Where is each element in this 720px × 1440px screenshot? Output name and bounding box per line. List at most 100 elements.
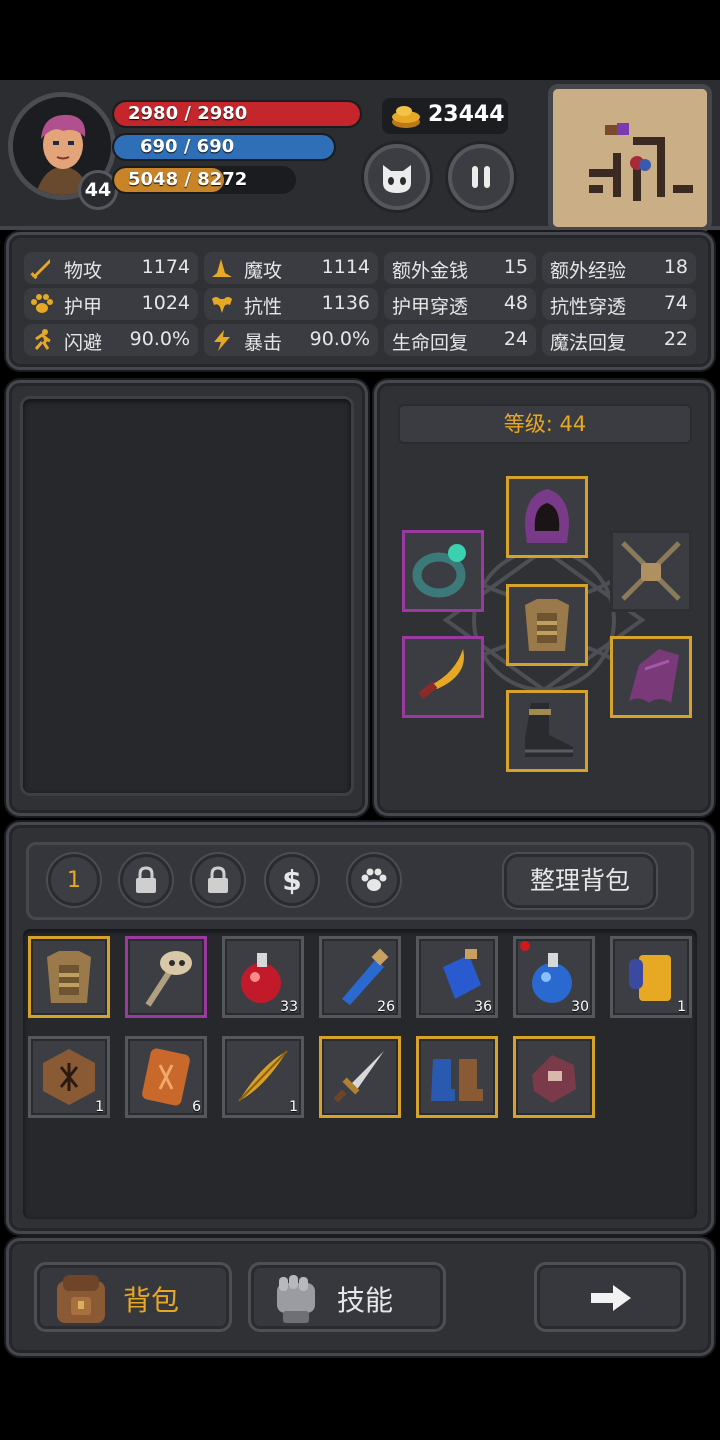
stat-label: 护甲	[64, 296, 103, 318]
stat-label: 抗性穿透	[550, 296, 627, 318]
equipment-slot-boots[interactable]	[506, 690, 588, 772]
skills-button[interactable]: 技能	[248, 1262, 446, 1332]
inventory-item-blue-potion[interactable]: 30	[513, 936, 595, 1018]
stat-5: 护甲 1024	[24, 288, 198, 320]
stat-12: 魔法回复 22	[542, 324, 696, 356]
inventory-item-skull-staff[interactable]	[125, 936, 207, 1018]
minimap[interactable]	[548, 84, 712, 232]
pause-icon	[472, 166, 490, 188]
inventory-item-blue-vial[interactable]: 26	[319, 936, 401, 1018]
item-count: 1	[289, 1099, 298, 1115]
equipment-level-label: 等级: 44	[398, 404, 692, 444]
fist-icon	[277, 1275, 315, 1323]
gold-amount: 23444	[428, 102, 505, 127]
stat-label: 魔攻	[244, 260, 283, 282]
paw-icon	[31, 294, 53, 313]
stat-value: 22	[663, 328, 688, 350]
stat-9: 闪避 90.0%	[24, 324, 198, 356]
game-screen: 44 2980 / 2980 690 / 690 5048 / 8272 234…	[0, 0, 720, 1440]
rune-tablet-icon	[142, 1048, 190, 1106]
paw-icon	[361, 868, 387, 891]
skull-staff-icon	[145, 951, 192, 1007]
equipment-slot-ring[interactable]	[402, 530, 484, 612]
inventory-item-gauntlet[interactable]	[513, 1036, 595, 1118]
stat-6: 抗性 1136	[204, 288, 378, 320]
pet-button[interactable]	[364, 144, 430, 210]
item-count: 6	[192, 1099, 201, 1115]
stat-11: 生命回复 24	[384, 324, 536, 356]
pet-items-tab[interactable]	[348, 854, 400, 906]
blue-boots-icon	[431, 1059, 483, 1101]
sword-icon	[30, 259, 50, 279]
stat-label: 护甲穿透	[392, 296, 469, 318]
stat-value: 1024	[141, 292, 190, 314]
arrow-right-icon	[591, 1285, 631, 1311]
boots-icon	[525, 703, 573, 757]
hood-icon	[525, 489, 569, 543]
inventory-item-dagger[interactable]	[319, 1036, 401, 1118]
stat-label: 闪避	[64, 332, 103, 354]
stat-2: 魔攻 1114	[204, 252, 378, 284]
locked-page-tab[interactable]	[120, 854, 172, 906]
lock-icon	[208, 866, 228, 893]
locked-page-tab[interactable]	[192, 854, 244, 906]
stat-value: 1136	[321, 292, 370, 314]
stat-label: 额外金钱	[392, 260, 469, 282]
stat-value: 1174	[141, 256, 190, 278]
sell-tab[interactable]: $	[266, 854, 318, 906]
cloak-icon	[629, 649, 679, 703]
mp-text: 690 / 690	[140, 136, 235, 157]
next-button[interactable]	[534, 1262, 686, 1332]
dagger-icon	[333, 1051, 384, 1103]
inventory-item-rune-tablet[interactable]: 6	[125, 1036, 207, 1118]
stat-3: 额外金钱 15	[384, 252, 536, 284]
stat-label: 魔法回复	[550, 332, 627, 354]
gold-coin-icon	[392, 106, 420, 128]
stat-7: 护甲穿透 48	[384, 288, 536, 320]
pause-button[interactable]	[448, 144, 514, 210]
backpack-icon	[57, 1275, 105, 1323]
bag-button[interactable]: 背包	[34, 1262, 232, 1332]
item-count: 36	[474, 999, 492, 1015]
stat-label: 暴击	[244, 332, 283, 354]
sort-inventory-button[interactable]: 整理背包	[504, 854, 656, 908]
item-count: 33	[280, 999, 298, 1015]
stat-10: 暴击 90.0%	[204, 324, 378, 356]
inventory-page-1-tab[interactable]: 1	[48, 854, 100, 906]
inventory-item-scroll[interactable]: 1	[610, 936, 692, 1018]
scroll-icon	[629, 955, 671, 1001]
chain-lock-icon	[621, 541, 681, 601]
stat-value: 1114	[321, 256, 370, 278]
inventory-item-golden-feather[interactable]: 1	[222, 1036, 304, 1118]
stat-4: 额外经验 18	[542, 252, 696, 284]
equipment-slot-chain-lock[interactable]	[610, 530, 692, 612]
inventory-item-chest-armor[interactable]	[28, 936, 110, 1018]
stat-8: 抗性穿透 74	[542, 288, 696, 320]
item-count: 1	[677, 999, 686, 1015]
stat-label: 抗性	[244, 296, 283, 318]
character-preview-area	[20, 396, 354, 796]
stat-label: 物攻	[64, 260, 103, 282]
gauntlet-icon	[532, 1055, 576, 1103]
stat-1: 物攻 1174	[24, 252, 198, 284]
equipment-slot-hood[interactable]	[506, 476, 588, 558]
inventory-item-red-potion[interactable]: 33	[222, 936, 304, 1018]
stat-value: 15	[503, 256, 528, 278]
hp-text: 2980 / 2980	[128, 103, 248, 124]
item-count: 1	[95, 1099, 104, 1115]
equipment-slot-chest-armor[interactable]	[506, 584, 588, 666]
xp-bar: 5048 / 8272	[112, 166, 296, 194]
golden-feather-icon	[238, 1050, 288, 1102]
stat-value: 48	[503, 292, 528, 314]
chest-armor-icon	[525, 599, 569, 651]
equipment-slot-curved-dagger[interactable]	[402, 636, 484, 718]
curved-dagger-icon	[418, 649, 464, 700]
inventory-item-rune-stone[interactable]: 1	[28, 1036, 110, 1118]
inventory-item-blue-bottle[interactable]: 36	[416, 936, 498, 1018]
equipment-slot-cloak[interactable]	[610, 636, 692, 718]
inventory-item-blue-boots[interactable]	[416, 1036, 498, 1118]
stat-value: 24	[503, 328, 528, 350]
cat-face-icon	[383, 165, 411, 193]
new-item-dot	[520, 941, 530, 951]
stat-value: 74	[663, 292, 688, 314]
